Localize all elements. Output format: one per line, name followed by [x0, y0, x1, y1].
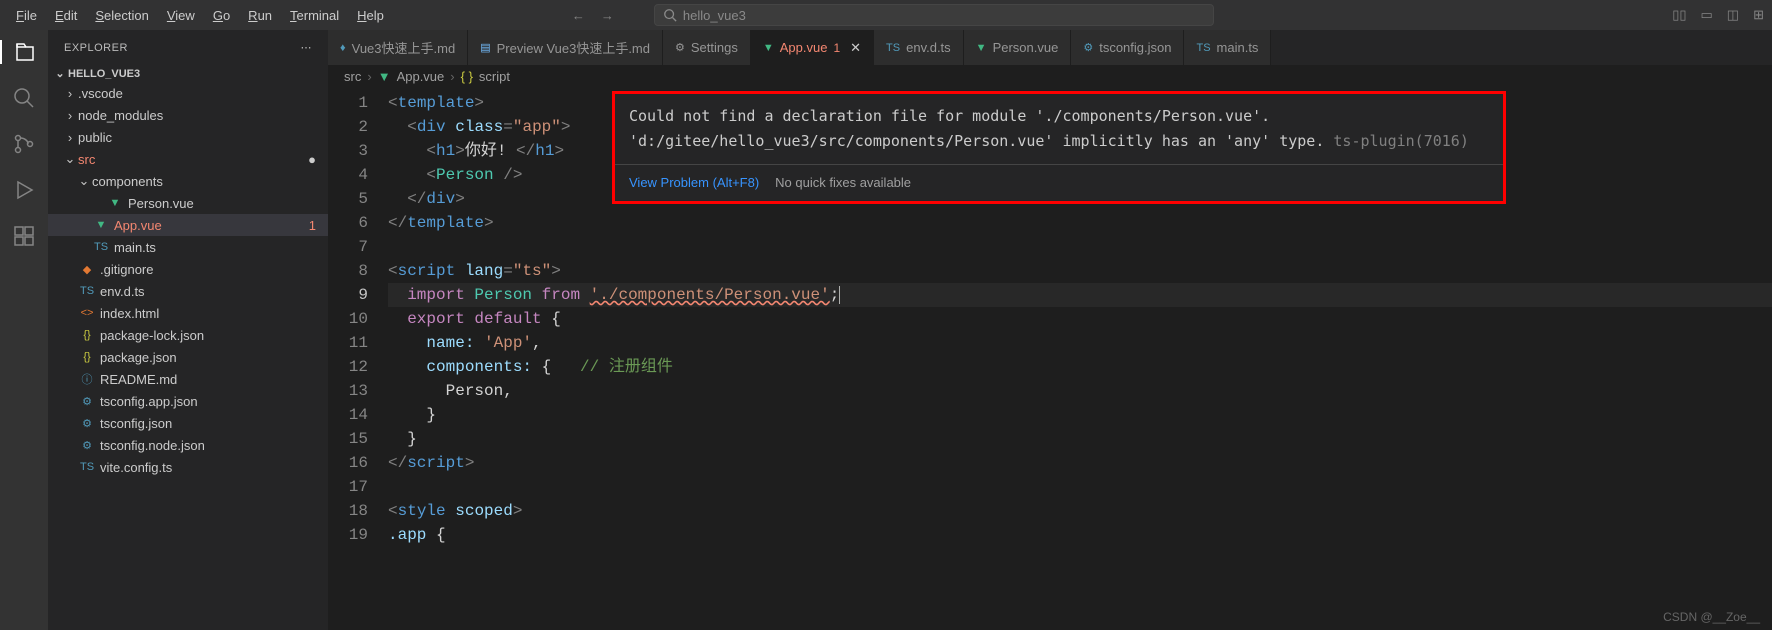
tab-person-vue[interactable]: ▼Person.vue: [964, 30, 1072, 65]
layout-icon-3[interactable]: ◫: [1727, 7, 1739, 23]
menu-help[interactable]: Help: [349, 4, 392, 27]
layout-icon-4[interactable]: ⊞: [1753, 7, 1764, 23]
tab-settings[interactable]: ⚙Settings: [663, 30, 751, 65]
layout-icon-2[interactable]: ▭: [1701, 7, 1713, 23]
file-tsconfig.app.json[interactable]: ⚙tsconfig.app.json: [48, 390, 328, 412]
search-activity-icon[interactable]: [12, 86, 36, 110]
menu-go[interactable]: Go: [205, 4, 238, 27]
sidebar-title: EXPLORER: [64, 42, 128, 54]
code-editor[interactable]: 12345678910111213141516171819 <template>…: [328, 87, 1772, 630]
file-tree: ›.vscode›node_modules›public⌄src●⌄compon…: [48, 82, 328, 478]
search-text: hello_vue3: [683, 8, 746, 23]
watermark: CSDN @__Zoe__: [1663, 610, 1760, 624]
tab-vue3-md[interactable]: ♦Vue3快速上手.md: [328, 30, 468, 65]
file-App.vue[interactable]: ▼App.vue1: [48, 214, 328, 236]
menu-edit[interactable]: Edit: [47, 4, 85, 27]
file-main.ts[interactable]: TSmain.ts: [48, 236, 328, 258]
nav-back-icon[interactable]: ←: [572, 8, 585, 23]
tab-main-ts[interactable]: TSmain.ts: [1184, 30, 1271, 65]
tab-preview-vue3-md[interactable]: ▤Preview Vue3快速上手.md: [468, 30, 663, 65]
project-root[interactable]: ⌄ HELLO_VUE3: [48, 65, 328, 82]
tab-tsconfig-json[interactable]: ⚙tsconfig.json: [1071, 30, 1184, 65]
activity-bar: [0, 30, 48, 630]
file-env.d.ts[interactable]: TSenv.d.ts: [48, 280, 328, 302]
file-.gitignore[interactable]: ◆.gitignore: [48, 258, 328, 280]
nav-forward-icon[interactable]: →: [601, 8, 614, 23]
extensions-icon[interactable]: [12, 224, 36, 248]
file-tsconfig.json[interactable]: ⚙tsconfig.json: [48, 412, 328, 434]
menu-terminal[interactable]: Terminal: [282, 4, 347, 27]
folder-node_modules[interactable]: ›node_modules: [48, 104, 328, 126]
search-icon: [663, 8, 677, 22]
layout-icon-1[interactable]: ▯▯: [1672, 7, 1686, 23]
menu-selection[interactable]: Selection: [87, 4, 156, 27]
file-Person.vue[interactable]: ▼Person.vue: [48, 192, 328, 214]
close-icon[interactable]: ✕: [850, 40, 861, 56]
file-index.html[interactable]: <>index.html: [48, 302, 328, 324]
view-problem-link[interactable]: View Problem (Alt+F8): [629, 171, 759, 195]
explorer-icon[interactable]: [0, 40, 48, 64]
file-tsconfig.node.json[interactable]: ⚙tsconfig.node.json: [48, 434, 328, 456]
sidebar: EXPLORER ⋯ ⌄ HELLO_VUE3 ›.vscode›node_mo…: [48, 30, 328, 630]
menu-file[interactable]: File: [8, 4, 45, 27]
menu-items: FileEditSelectionViewGoRunTerminalHelp: [8, 4, 392, 27]
editor-tabs: ♦Vue3快速上手.md▤Preview Vue3快速上手.md⚙Setting…: [328, 30, 1772, 65]
file-vite.config.ts[interactable]: TSvite.config.ts: [48, 456, 328, 478]
menu-run[interactable]: Run: [240, 4, 280, 27]
no-quick-fix-label: No quick fixes available: [775, 171, 911, 195]
run-debug-icon[interactable]: [12, 178, 36, 202]
error-hover-tooltip: Could not find a declaration file for mo…: [612, 91, 1506, 204]
braces-icon: { }: [461, 69, 473, 84]
tab-env-d-ts[interactable]: TSenv.d.ts: [874, 30, 964, 65]
menu-view[interactable]: View: [159, 4, 203, 27]
more-icon[interactable]: ⋯: [301, 41, 313, 54]
top-menu-bar: FileEditSelectionViewGoRunTerminalHelp ←…: [0, 0, 1772, 30]
folder-components[interactable]: ⌄components: [48, 170, 328, 192]
file-README.md[interactable]: ⓘREADME.md: [48, 368, 328, 390]
file-package-lock.json[interactable]: {}package-lock.json: [48, 324, 328, 346]
vue-icon: ▼: [378, 69, 391, 84]
source-control-icon[interactable]: [12, 132, 36, 156]
file-package.json[interactable]: {}package.json: [48, 346, 328, 368]
tab-app-vue[interactable]: ▼App.vue1✕: [751, 30, 874, 65]
folder-.vscode[interactable]: ›.vscode: [48, 82, 328, 104]
folder-src[interactable]: ⌄src●: [48, 148, 328, 170]
command-center[interactable]: hello_vue3: [654, 4, 1214, 26]
breadcrumb[interactable]: src› ▼ App.vue› { } script: [328, 65, 1772, 87]
folder-public[interactable]: ›public: [48, 126, 328, 148]
